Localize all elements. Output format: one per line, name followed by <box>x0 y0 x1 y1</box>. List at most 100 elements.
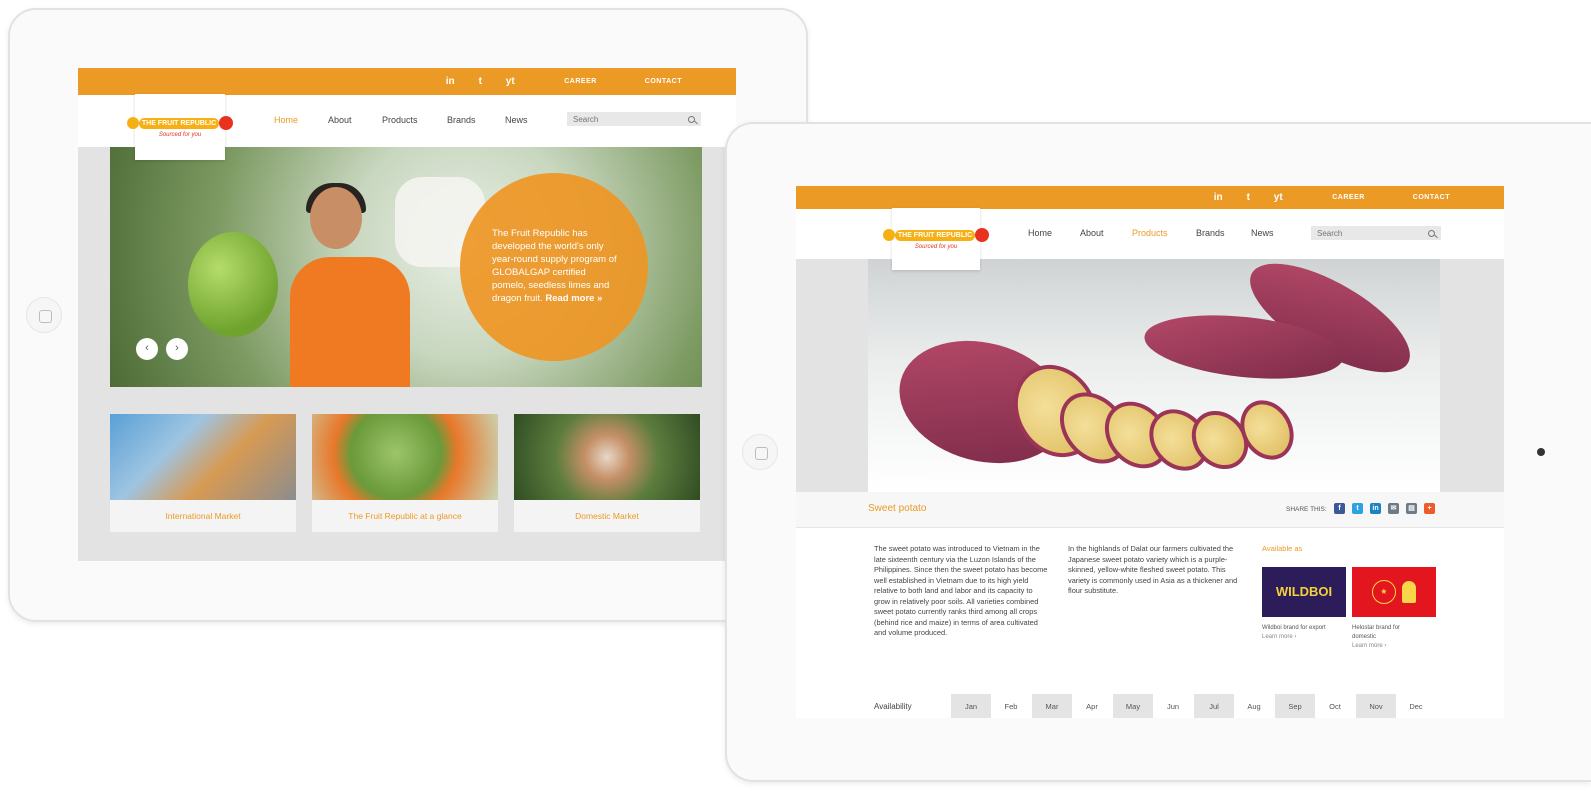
tile-caption: Domestic Market <box>575 511 639 521</box>
tile-image-port <box>110 414 296 500</box>
hero-photo-head <box>310 187 362 249</box>
hero-photo-worker <box>290 257 410 387</box>
career-link[interactable]: CAREER <box>564 78 597 85</box>
month-cell: Jan <box>951 694 991 718</box>
share-label: SHARE THIS: <box>1286 506 1327 513</box>
logo-tagline: Sourced for you <box>914 244 958 250</box>
tile-caption: International Market <box>165 511 241 521</box>
product-title-bar: Sweet potato SHARE THIS: f t in ✉ ▤ + <box>796 492 1504 528</box>
brand-caption-text: Wildboi brand for export <box>1262 625 1326 631</box>
twitter-icon[interactable]: t <box>1352 503 1363 514</box>
learn-more-link[interactable]: Learn more › <box>1352 642 1422 651</box>
youtube-icon[interactable]: yt <box>1272 192 1284 203</box>
hero-slider: The Fruit Republic has developed the wor… <box>110 147 702 387</box>
logo-circle-yellow <box>126 117 139 129</box>
twitter-icon[interactable]: t <box>1242 192 1254 203</box>
month-cell: Aug <box>1247 702 1261 711</box>
hero-text-bubble: The Fruit Republic has developed the wor… <box>460 173 648 361</box>
brand-caption-text: Helostar brand for domestic <box>1352 625 1401 640</box>
tile-international-market[interactable]: International Market <box>110 414 296 532</box>
tile-at-a-glance[interactable]: The Fruit Republic at a glance <box>312 414 498 532</box>
youtube-icon[interactable]: yt <box>504 76 516 87</box>
tile-image-farmer <box>514 414 700 500</box>
career-link[interactable]: CAREER <box>1332 194 1365 201</box>
month-cell: Sep <box>1275 694 1315 718</box>
nav-news[interactable]: News <box>505 115 528 125</box>
linkedin-icon[interactable]: in <box>1212 192 1224 203</box>
month-cell: Dec <box>1409 702 1423 711</box>
star-icon: ★ <box>1371 579 1396 604</box>
read-more-link[interactable]: Read more » <box>545 293 602 304</box>
slider-next-button[interactable]: › <box>166 338 188 360</box>
search-box <box>567 112 701 126</box>
brand-caption: Helostar brand for domestic Learn more › <box>1352 624 1422 651</box>
top-bar: in t yt CAREER CONTACT <box>78 68 736 95</box>
hero-photo-pomelo <box>188 232 278 337</box>
twitter-icon[interactable]: t <box>474 76 486 87</box>
tile-caption: The Fruit Republic at a glance <box>348 511 462 521</box>
brand-logo-wildboi[interactable]: WILDBOI <box>1262 567 1346 617</box>
contact-link[interactable]: CONTACT <box>1413 194 1450 201</box>
search-icon[interactable] <box>688 115 695 123</box>
product-description-1: The sweet potato was introduced to Vietn… <box>874 544 1048 637</box>
product-hero-image: © Wouter Pieman <box>868 259 1440 492</box>
logo-text: THE FRUIT REPUBLIC <box>138 117 220 129</box>
month-cell: Nov <box>1356 694 1396 718</box>
month-cell: Apr <box>1086 702 1098 711</box>
linkedin-icon[interactable]: in <box>444 76 456 87</box>
nav-news[interactable]: News <box>1251 228 1274 238</box>
availability-row: Availability Jan Feb Mar Apr May Jun Jul… <box>796 694 1504 718</box>
nav-about[interactable]: About <box>328 115 352 125</box>
screen-home: in t yt CAREER CONTACT THE FRUIT REPUBLI… <box>78 68 736 561</box>
nav-brands[interactable]: Brands <box>1196 228 1225 238</box>
contact-link[interactable]: CONTACT <box>645 78 682 85</box>
learn-more-link[interactable]: Learn more › <box>1262 633 1348 642</box>
logo-text: THE FRUIT REPUBLIC <box>894 229 976 241</box>
search-icon[interactable] <box>1428 229 1435 237</box>
nav-home[interactable]: Home <box>274 115 298 125</box>
logo-circle-red <box>975 228 990 242</box>
nav-bar: THE FRUIT REPUBLIC Sourced for you Home … <box>796 208 1504 270</box>
email-icon[interactable]: ✉ <box>1388 503 1399 514</box>
month-cell: Mar <box>1032 694 1072 718</box>
camera-dot <box>1537 448 1545 456</box>
showcase-stage: in t yt CAREER CONTACT THE FRUIT REPUBLI… <box>0 0 1591 791</box>
facebook-icon[interactable]: f <box>1334 503 1345 514</box>
search-input[interactable] <box>1317 228 1412 238</box>
nav-bar: THE FRUIT REPUBLIC Sourced for you Home … <box>78 94 736 160</box>
available-as-heading: Available as <box>1262 544 1303 553</box>
brand-face-icon <box>1402 580 1417 603</box>
logo[interactable]: THE FRUIT REPUBLIC Sourced for you <box>126 94 234 160</box>
brand-caption: Wildboi brand for export Learn more › <box>1262 624 1348 642</box>
linkedin-icon[interactable]: in <box>1370 503 1381 514</box>
tile-image-workers <box>312 414 498 500</box>
nav-about[interactable]: About <box>1080 228 1104 238</box>
month-cell: Jun <box>1166 702 1180 711</box>
tablet-home-button[interactable] <box>26 297 62 333</box>
photo-credit: © Wouter Pieman <box>880 478 928 484</box>
month-cell: Jul <box>1194 694 1234 718</box>
plus-icon[interactable]: + <box>1424 503 1435 514</box>
screen-product: in t yt CAREER CONTACT THE FRUIT REPUBLI… <box>796 186 1504 718</box>
logo-circle-red <box>219 116 234 130</box>
nav-products[interactable]: Products <box>1132 228 1168 238</box>
tile-domestic-market[interactable]: Domestic Market <box>514 414 700 532</box>
product-title: Sweet potato <box>868 503 927 514</box>
logo[interactable]: THE FRUIT REPUBLIC Sourced for you <box>882 208 990 270</box>
print-icon[interactable]: ▤ <box>1406 503 1417 514</box>
search-input[interactable] <box>573 114 671 124</box>
top-bar: in t yt CAREER CONTACT <box>796 186 1504 209</box>
nav-products[interactable]: Products <box>382 115 418 125</box>
nav-home[interactable]: Home <box>1028 228 1052 238</box>
month-cell: Oct <box>1329 702 1341 711</box>
month-cell: Feb <box>1004 702 1018 711</box>
logo-tagline: Sourced for you <box>158 132 202 138</box>
availability-label: Availability <box>874 702 912 711</box>
search-box <box>1311 226 1441 240</box>
nav-brands[interactable]: Brands <box>447 115 476 125</box>
month-cell: May <box>1113 694 1153 718</box>
tablet-home-button[interactable] <box>742 434 778 470</box>
logo-circle-yellow <box>882 229 895 241</box>
brand-logo-helostar[interactable]: ★ <box>1352 567 1436 617</box>
slider-prev-button[interactable]: ‹ <box>136 338 158 360</box>
